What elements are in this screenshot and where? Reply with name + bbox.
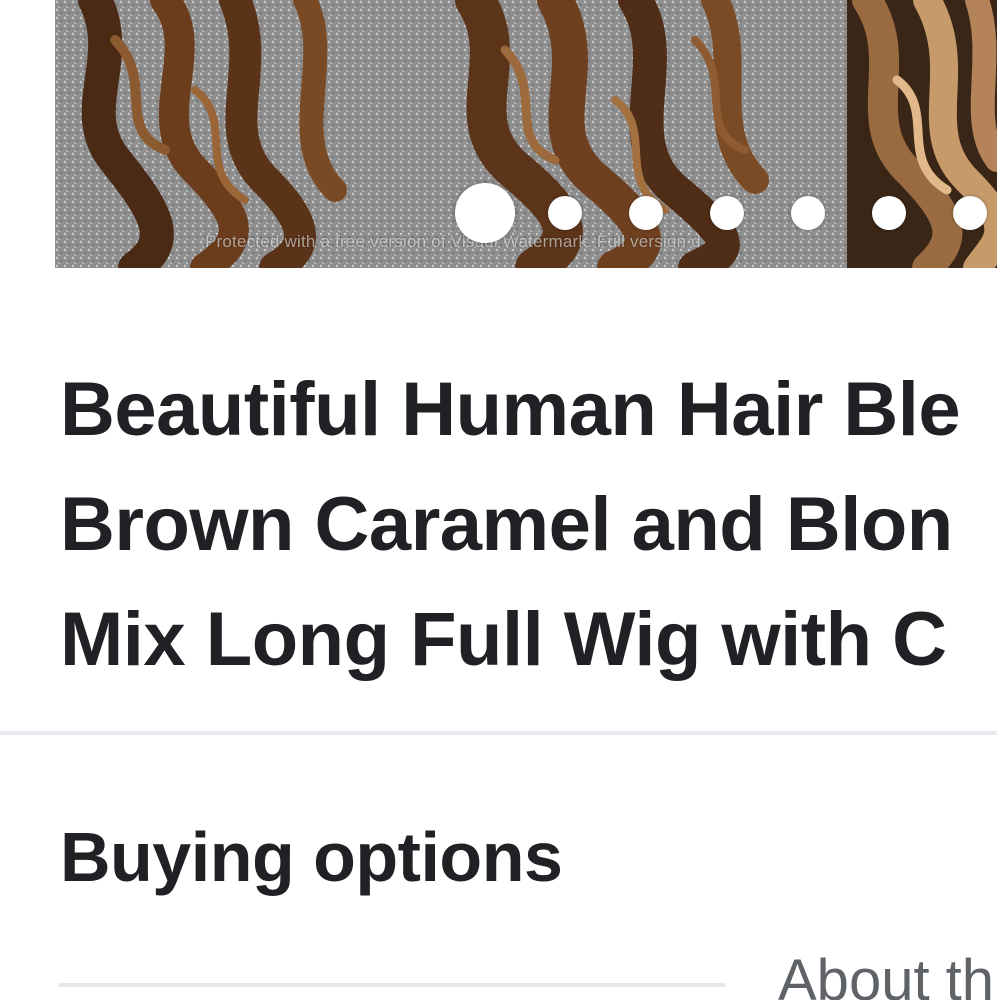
carousel-dot[interactable] — [872, 196, 906, 230]
product-title-line: Brown Caramel and Blon — [60, 482, 953, 567]
product-title: Beautiful Human Hair Ble Brown Caramel a… — [60, 352, 997, 697]
carousel-dot[interactable] — [953, 196, 987, 230]
carousel-dot-active[interactable] — [455, 183, 515, 243]
carousel-pagination[interactable] — [455, 183, 997, 243]
carousel-dot[interactable] — [710, 196, 744, 230]
product-page: Protected with a free version of Visual … — [0, 0, 997, 1000]
carousel-dot[interactable] — [548, 196, 582, 230]
carousel-dot[interactable] — [791, 196, 825, 230]
tab-about[interactable]: About th — [778, 946, 994, 1000]
product-image-carousel[interactable]: Protected with a free version of Visual … — [55, 0, 997, 268]
tab-underline — [58, 983, 726, 987]
product-title-line: Mix Long Full Wig with C — [60, 597, 947, 682]
buying-options-heading: Buying options — [60, 818, 563, 896]
product-title-line: Beautiful Human Hair Ble — [60, 367, 961, 452]
section-divider — [0, 731, 997, 735]
carousel-dot[interactable] — [629, 196, 663, 230]
